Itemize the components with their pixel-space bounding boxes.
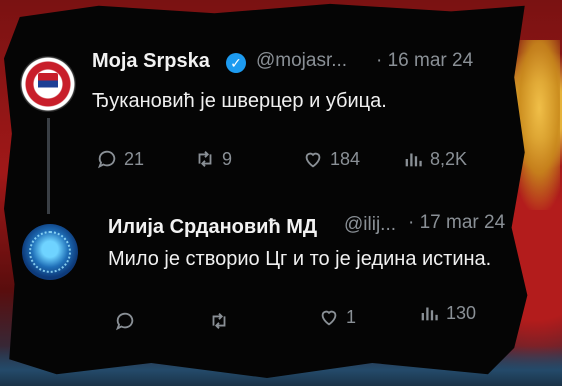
views-count: 130 [446, 302, 477, 323]
retweet-count: 9 [222, 148, 233, 169]
reply-icon [115, 313, 134, 331]
avatar-moja-srpska[interactable] [20, 56, 76, 112]
retweet-button[interactable]: 9 [194, 148, 232, 170]
views-button[interactable]: 130 [418, 302, 476, 324]
author-name[interactable]: Илија Срдановић МД [108, 216, 317, 239]
heart-icon [305, 152, 321, 168]
verified-badge-icon: ✓ [226, 53, 246, 73]
retweet-icon [212, 313, 226, 330]
author-handle[interactable]: @mojasr... [256, 50, 347, 72]
heart-icon [321, 310, 337, 326]
retweet-icon [198, 151, 212, 168]
retweet-button[interactable] [208, 310, 236, 332]
tweet-date[interactable]: · 16 mar 24 [376, 50, 473, 72]
author-name[interactable]: Moja Srpska [92, 50, 210, 73]
coat-of-arms-icon [38, 73, 58, 95]
reply-button[interactable]: 21 [96, 148, 144, 170]
like-button[interactable]: 184 [302, 148, 360, 170]
reply-button[interactable] [114, 310, 142, 332]
views-icon [421, 307, 438, 321]
views-button[interactable]: 8,2K [402, 148, 467, 170]
tweet-date[interactable]: · 17 mar 24 [408, 212, 505, 234]
avatar-ilija[interactable] [22, 224, 78, 280]
author-handle[interactable]: @ilij... [344, 214, 396, 236]
tweet-screenshot-card: Moja Srpska ✓ @mojasr... · 16 mar 24 Ђук… [4, 3, 528, 378]
like-count: 184 [330, 148, 361, 169]
tweet-text: Мило је створио Цг и то је једина истина… [108, 248, 492, 270]
reply-count: 21 [124, 148, 145, 169]
views-count: 8,2K [430, 148, 468, 169]
views-icon [405, 153, 422, 167]
like-button[interactable]: 1 [318, 306, 356, 328]
thread-connector-line [47, 118, 50, 214]
tweet-text: Ђукановић је шверцер и убица. [92, 90, 387, 112]
avatar-ring [29, 231, 71, 273]
like-count: 1 [346, 306, 357, 327]
reply-icon [97, 151, 116, 169]
